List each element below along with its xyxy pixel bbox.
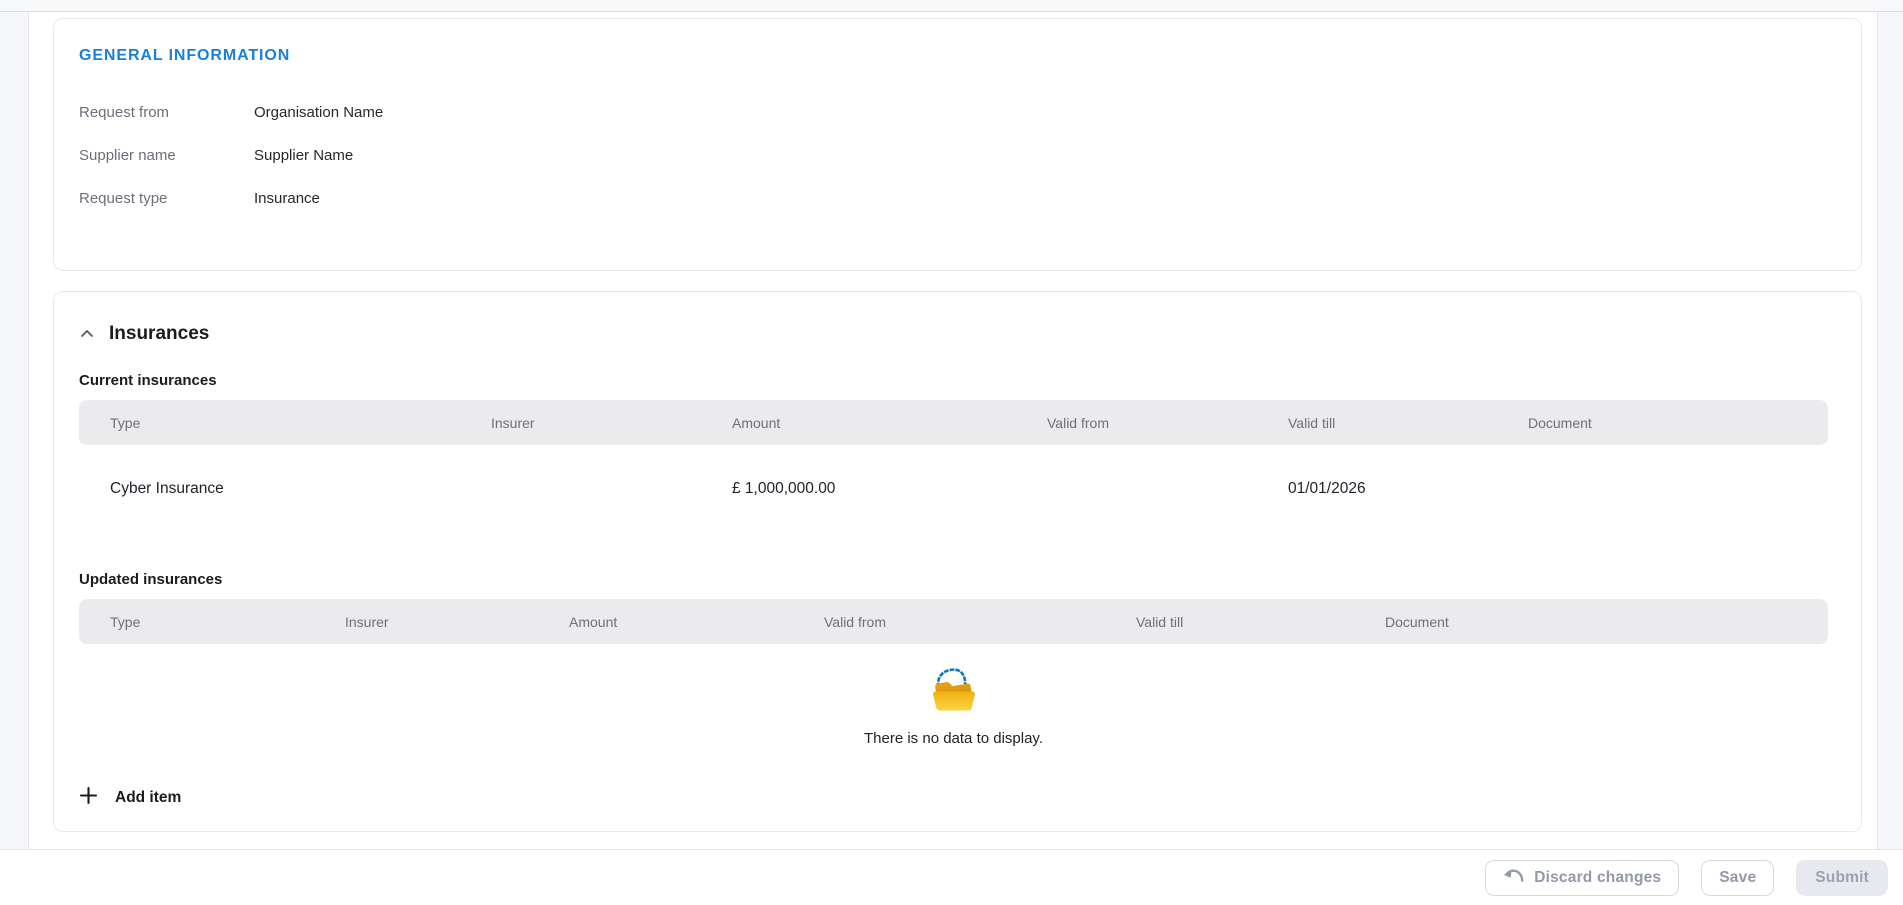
column-header-type: Type — [110, 613, 141, 630]
empty-state-text: There is no data to display. — [864, 730, 1043, 747]
column-header-valid-from: Valid from — [824, 613, 886, 630]
field-row-supplier-name: Supplier name Supplier Name — [79, 146, 1836, 166]
open-folder-icon — [928, 668, 980, 717]
cell-document — [1528, 479, 1828, 499]
undo-icon — [1503, 867, 1525, 889]
field-label: Supplier name — [79, 147, 176, 164]
updated-insurances-title: Updated insurances — [79, 571, 223, 588]
left-gutter — [0, 12, 29, 849]
field-row-request-type: Request type Insurance — [79, 189, 1836, 209]
general-information-title: GENERAL INFORMATION — [79, 47, 291, 64]
cell-insurer — [491, 479, 732, 499]
cell-type: Cyber Insurance — [110, 480, 224, 497]
general-information-fields: Request from Organisation Name Supplier … — [79, 103, 1836, 209]
general-information-card: GENERAL INFORMATION Request from Organis… — [53, 18, 1862, 271]
current-insurances-table: Type Insurer Amount Valid from Valid til… — [79, 400, 1828, 545]
discard-changes-button[interactable]: Discard changes — [1485, 859, 1680, 896]
add-item-label: Add item — [115, 789, 182, 806]
cell-valid-from — [1047, 479, 1288, 499]
column-header-insurer: Insurer — [491, 414, 535, 431]
cell-amount: £ 1,000,000.00 — [732, 480, 836, 497]
insurances-section-toggle[interactable]: Insurances — [79, 322, 1836, 346]
field-value: Supplier Name — [254, 147, 354, 164]
save-button[interactable]: Save — [1701, 859, 1775, 896]
column-header-valid-from: Valid from — [1047, 414, 1109, 431]
plus-icon — [79, 786, 98, 810]
column-header-valid-till: Valid till — [1136, 613, 1184, 630]
cell-valid-till: 01/01/2026 — [1288, 480, 1366, 497]
footer-action-bar: Discard changes Save Submit — [0, 849, 1903, 905]
submit-label: Submit — [1815, 868, 1869, 886]
insurances-card: Insurances Current insurances Type Insur… — [53, 291, 1862, 832]
save-label: Save — [1719, 868, 1757, 886]
field-value: Insurance — [254, 190, 320, 207]
table-header-row: Type Insurer Amount Valid from Valid til… — [79, 599, 1828, 644]
discard-changes-label: Discard changes — [1534, 868, 1662, 886]
column-header-valid-till: Valid till — [1288, 414, 1336, 431]
add-item-button[interactable]: Add item — [79, 786, 181, 810]
field-label: Request from — [79, 104, 170, 121]
current-insurances-title: Current insurances — [79, 372, 217, 389]
chevron-up-icon[interactable] — [79, 326, 95, 342]
submit-button[interactable]: Submit — [1796, 859, 1888, 896]
column-header-insurer: Insurer — [345, 613, 389, 630]
table-row[interactable]: Cyber Insurance £ 1,000,000.00 01/01/202… — [79, 445, 1828, 545]
main-content: GENERAL INFORMATION Request from Organis… — [30, 12, 1876, 849]
column-header-amount: Amount — [569, 613, 618, 630]
column-header-document: Document — [1528, 414, 1592, 431]
field-value: Organisation Name — [254, 104, 384, 121]
column-header-type: Type — [110, 414, 141, 431]
field-label: Request type — [79, 190, 168, 207]
field-row-request-from: Request from Organisation Name — [79, 103, 1836, 123]
top-bar-edge — [0, 0, 1903, 12]
updated-insurances-table: Type Insurer Amount Valid from Valid til… — [79, 599, 1828, 747]
right-gutter — [1877, 12, 1903, 849]
insurances-section-title: Insurances — [109, 323, 210, 344]
empty-state: There is no data to display. — [79, 665, 1828, 747]
column-header-document: Document — [1385, 613, 1449, 630]
table-header-row: Type Insurer Amount Valid from Valid til… — [79, 400, 1828, 445]
column-header-amount: Amount — [732, 414, 781, 431]
